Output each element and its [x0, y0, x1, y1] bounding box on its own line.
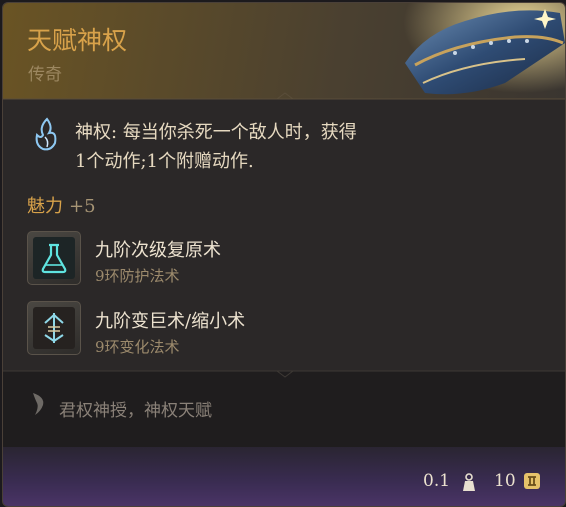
- passive-text-line2: 1个动作;1个附赠动作.: [75, 151, 254, 172]
- stat-bonus: +5: [69, 196, 96, 217]
- item-rarity: 传奇: [28, 65, 62, 85]
- passive-description: 神权: 每当你杀死一个敌人时，获得 1个动作;1个附赠动作.: [75, 118, 415, 176]
- enlarge-reduce-icon: [44, 313, 64, 343]
- spell-school: 9环变化法术: [95, 338, 180, 356]
- spell-name: 九阶次级复原术: [95, 240, 221, 261]
- spell-name: 九阶变巨术/缩小术: [95, 311, 246, 332]
- divine-flame-icon: [35, 117, 57, 151]
- passive-name: 神权:: [75, 122, 118, 143]
- tooltip-footer: [3, 447, 565, 506]
- item-name: 天赋神权: [27, 26, 128, 55]
- quill-icon: [33, 393, 44, 415]
- lore-divider: [3, 370, 565, 378]
- spell-icon-frame[interactable]: [27, 301, 81, 355]
- stat-charisma: 魅力 +5: [27, 192, 96, 218]
- lore-text: 君权神授，神权天赋: [59, 401, 212, 421]
- weight-icon: [463, 473, 475, 491]
- item-tooltip: 天赋神权 传奇 神权: 每当你杀死一个敌人时，获得 1个动作;1个附赠动作. 魅…: [2, 2, 566, 507]
- spell-school: 9环防护法术: [95, 267, 180, 285]
- passive-text-line1: 每当你杀死一个敌人时，获得: [122, 122, 357, 143]
- header-divider: [3, 92, 565, 100]
- item-price: 10: [494, 471, 516, 491]
- helmet-item-icon: [395, 3, 565, 103]
- gold-coin-icon: [524, 473, 540, 489]
- potion-flask-icon: [41, 243, 67, 274]
- spell-icon-frame[interactable]: [27, 231, 81, 285]
- item-weight: 0.1: [423, 471, 451, 491]
- stat-name: 魅力: [27, 196, 63, 217]
